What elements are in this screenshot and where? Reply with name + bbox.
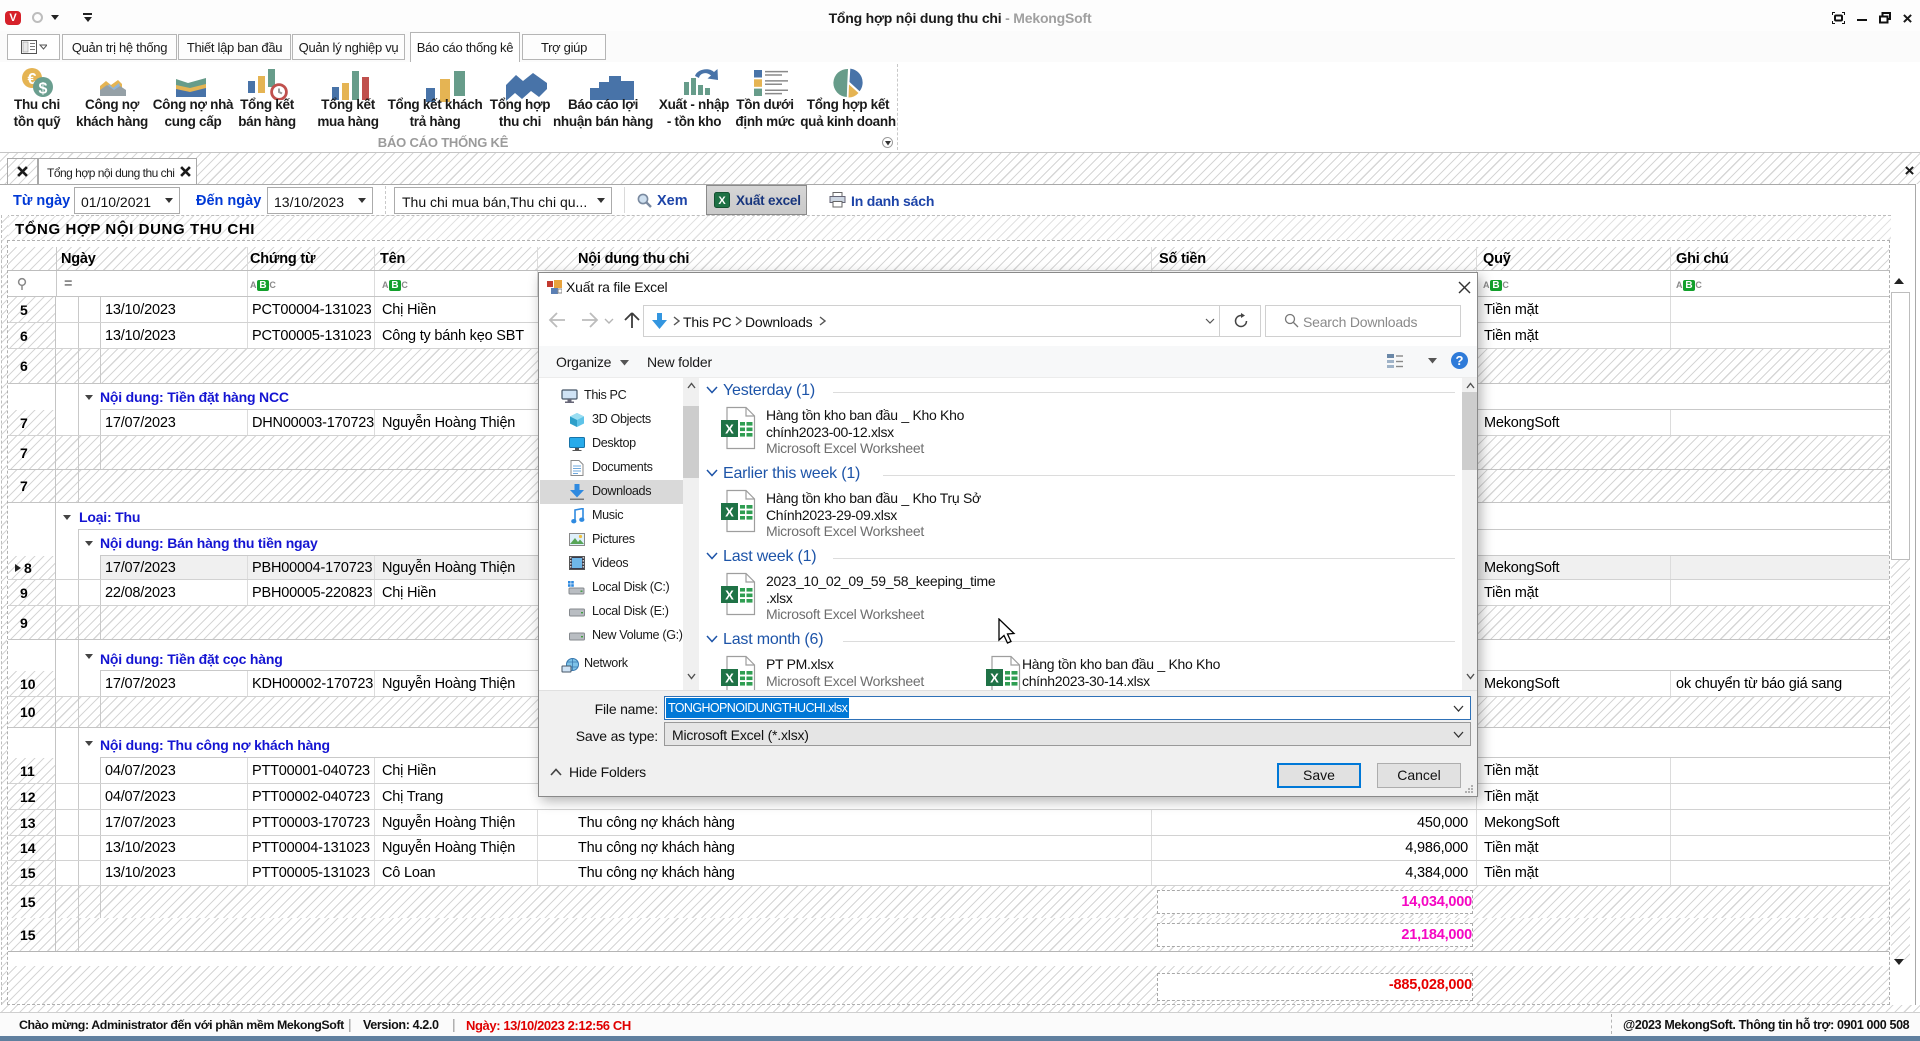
- svg-text:X: X: [718, 195, 726, 207]
- svg-text:$: $: [39, 81, 48, 98]
